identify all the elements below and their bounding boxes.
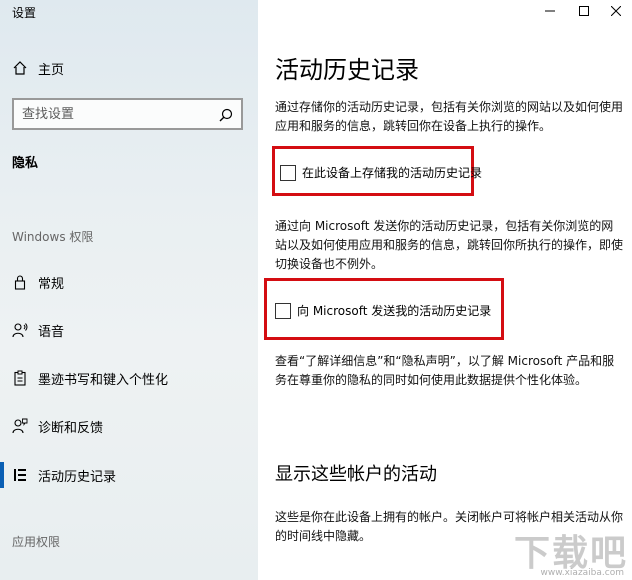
description-store: 通过存储你的活动历史记录，包括有关你浏览的网站以及如何使用应用和服务的信息，跳转… [275,100,624,133]
checkbox-store-activity[interactable]: 在此设备上存储我的活动历史记录 [280,164,482,181]
checkbox-box[interactable] [280,164,296,181]
description-send: 通过向 Microsoft 发送你的活动历史记录，包括有关你浏览的网站以及如何使… [275,219,624,271]
privacy-statement-text: 查看“了解详细信息”和“隐私声明”，以了解 Microsoft 产品和服务在尊重… [275,354,615,387]
section-title-privacy: 隐私 [12,156,39,171]
pen-clipboard-icon [12,370,28,386]
group-label-windows: Windows 权限 [12,230,94,244]
search-icon[interactable] [219,107,233,126]
sidebar-item-label: 墨迹书写和键入个性化 [38,372,169,388]
search-box[interactable] [12,98,243,130]
sidebar-item-speech[interactable]: 语音 [0,310,258,350]
main-content: 活动历史记录 通过存储你的活动历史记录，包括有关你浏览的网站以及如何使用应用和服… [258,0,632,580]
window-title: 设置 [12,6,37,20]
feedback-icon [12,418,28,434]
activity-history-icon [12,467,28,483]
home-icon [12,60,28,76]
checkbox-send-activity[interactable]: 向 Microsoft 发送我的活动历史记录 [275,302,491,319]
page-title: 活动历史记录 [275,56,419,84]
sidebar-item-general[interactable]: 常规 [0,262,258,302]
speech-icon [12,322,28,338]
watermark-url: www.xiazaiba.com [540,568,624,578]
checkbox-label[interactable]: 向 Microsoft 发送我的活动历史记录 [297,302,491,319]
sidebar-item-diagnostics[interactable]: 诊断和反馈 [0,406,258,446]
sidebar-item-activity-history[interactable]: 活动历史记录 [0,455,258,495]
lock-icon [12,274,28,290]
checkbox-label[interactable]: 在此设备上存储我的活动历史记录 [302,164,482,181]
checkbox-box[interactable] [275,302,291,319]
search-input[interactable] [14,100,204,128]
sidebar-item-inking[interactable]: 墨迹书写和键入个性化 [0,358,258,398]
section-subtitle: 显示这些帐户的活动 [275,464,437,485]
sidebar-item-label: 活动历史记录 [38,469,117,485]
group-label-apps: 应用权限 [12,535,61,549]
sidebar-item-label: 语音 [38,324,65,340]
sidebar-item-label: 常规 [38,276,65,292]
sidebar: 设置 主页 隐私 Windows 权限 常规 语音 墨迹书写和键入个性化 [0,0,258,580]
sidebar-item-label: 主页 [38,62,65,78]
sidebar-item-label: 诊断和反馈 [38,420,104,436]
sidebar-item-home[interactable]: 主页 [0,48,258,88]
